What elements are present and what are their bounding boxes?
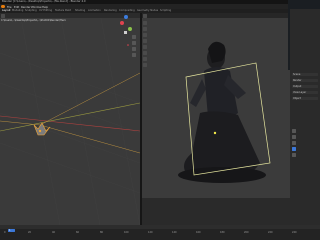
properties-row-output[interactable]: Output <box>292 85 318 88</box>
properties-row-object[interactable]: Object <box>292 97 318 100</box>
timeline-tick: 180 <box>220 231 225 234</box>
tab-rendering[interactable]: Rendering <box>104 9 117 12</box>
character-silhouette <box>178 41 266 183</box>
tab-layout[interactable]: Layout <box>2 9 11 12</box>
timeline-tick: 160 <box>196 231 201 234</box>
x-axis-line <box>0 115 140 132</box>
menu-edit[interactable]: Edit <box>14 5 19 9</box>
properties-row-scene[interactable]: Scene <box>292 73 318 76</box>
playhead[interactable]: 1 <box>8 229 15 232</box>
property-tab-modifier-icon[interactable] <box>292 147 296 151</box>
timeline-tick: 100 <box>124 231 129 234</box>
tab-shading[interactable]: Shading <box>75 9 85 12</box>
pan-icon[interactable] <box>132 41 136 45</box>
property-tab-output-icon[interactable] <box>292 135 296 139</box>
camera-view-icon[interactable] <box>132 47 136 51</box>
tab-texture-paint[interactable]: Texture Paint <box>55 9 71 12</box>
menu-render[interactable]: Render <box>21 5 31 9</box>
render-view[interactable] <box>142 13 290 225</box>
perspective-toggle-icon[interactable] <box>132 53 136 57</box>
timeline-tick: 60 <box>76 231 80 234</box>
tab-uv-editing[interactable]: UV Editing <box>39 9 52 12</box>
tab-sculpting[interactable]: Sculpting <box>25 9 37 12</box>
menu-file[interactable]: File <box>7 5 12 9</box>
viewport-canvas <box>0 13 140 225</box>
menu-window[interactable]: Window <box>31 5 42 9</box>
gizmo-x-icon[interactable] <box>120 21 124 25</box>
property-tab-object-icon[interactable] <box>292 141 296 145</box>
timeline-tick: 20 <box>28 231 32 234</box>
editor-type-icon[interactable] <box>1 13 5 18</box>
timeline-tick: 140 <box>172 231 177 234</box>
render-canvas <box>143 21 271 183</box>
properties-row-view-layer[interactable]: View Layer <box>292 91 318 94</box>
zoom-icon[interactable] <box>132 35 136 39</box>
3d-viewport[interactable]: C:\Users\...\Desktop\Projects\...\Shot01… <box>0 13 140 225</box>
timeline[interactable]: 1 0 20 40 60 80 100 120 140 160 180 200 … <box>0 225 320 240</box>
render-lower-area <box>142 198 290 225</box>
camera-center-marker <box>213 131 217 135</box>
tab-modeling[interactable]: Modeling <box>12 9 23 12</box>
tab-compositing[interactable]: Compositing <box>119 9 135 12</box>
properties-panel: Scene Render Output View Layer Object <box>290 9 320 225</box>
timeline-header <box>0 225 320 229</box>
tab-animation[interactable]: Animation <box>88 9 101 12</box>
window-title: Blender [C:\Users\...\Desktop\Projects\.… <box>2 0 86 3</box>
property-tab-material-icon[interactable] <box>292 153 296 157</box>
timeline-tick: 220 <box>268 231 273 234</box>
tab-geometry-nodes[interactable]: Geometry Nodes <box>137 9 158 12</box>
timeline-tick: 80 <box>100 231 104 234</box>
timeline-tick: 120 <box>148 231 153 234</box>
viewport-path-text: C:\Users\...\Desktop\Projects\...\Shot01… <box>1 18 66 22</box>
menu-help[interactable]: Help <box>42 5 48 9</box>
viewport-header <box>0 13 140 18</box>
blender-logo-icon[interactable] <box>1 4 5 9</box>
current-frame: 1 <box>9 229 11 232</box>
timeline-tick: 0 <box>4 231 6 234</box>
timeline-tick: 40 <box>52 231 56 234</box>
gizmo-y-icon[interactable] <box>128 27 132 31</box>
tab-scripting[interactable]: Scripting <box>160 9 171 12</box>
timeline-tick: 200 <box>244 231 249 234</box>
y-axis-line <box>0 102 140 132</box>
property-tab-render-icon[interactable] <box>292 129 296 133</box>
properties-row-render[interactable]: Render <box>292 79 318 82</box>
timeline-tick: 240 <box>292 231 297 234</box>
gizmo-z-icon[interactable] <box>124 15 128 19</box>
